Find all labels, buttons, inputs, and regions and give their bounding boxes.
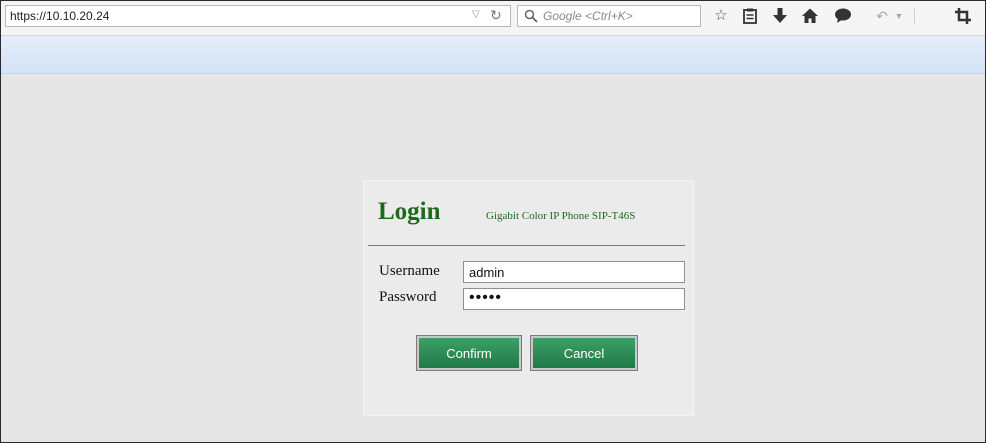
crop-icon[interactable] xyxy=(953,6,973,26)
browser-toolbar: https://10.10.20.24 ▽ ↻ Google <Ctrl+K> … xyxy=(1,1,985,36)
cancel-button[interactable]: Cancel xyxy=(530,335,638,371)
login-title: Login xyxy=(378,198,441,225)
reading-list-icon[interactable] xyxy=(741,6,759,26)
search-placeholder[interactable]: Google <Ctrl+K> xyxy=(543,9,633,23)
search-bar[interactable]: Google <Ctrl+K> xyxy=(517,5,701,27)
undo-icon[interactable]: ↶ xyxy=(874,6,890,26)
reload-icon[interactable]: ↻ xyxy=(490,7,502,24)
address-text[interactable]: https://10.10.20.24 xyxy=(10,9,109,23)
confirm-button[interactable]: Confirm xyxy=(416,335,522,371)
chat-icon[interactable] xyxy=(833,6,853,26)
search-icon xyxy=(524,9,538,23)
bookmarks-bar xyxy=(1,36,985,74)
toolbar-separator xyxy=(914,9,915,25)
bookmark-star-icon[interactable]: ☆ xyxy=(712,6,730,26)
password-label: Password xyxy=(379,289,437,305)
browser-window: https://10.10.20.24 ▽ ↻ Google <Ctrl+K> … xyxy=(0,0,986,443)
divider xyxy=(368,245,685,246)
password-field[interactable] xyxy=(463,288,685,310)
url-dropdown-icon[interactable]: ▽ xyxy=(472,9,480,20)
username-field[interactable] xyxy=(463,261,685,283)
download-icon[interactable] xyxy=(771,6,789,26)
login-panel: Login Gigabit Color IP Phone SIP-T46S Us… xyxy=(363,180,694,416)
dropdown-icon[interactable]: ▼ xyxy=(894,6,904,26)
device-model-subtitle: Gigabit Color IP Phone SIP-T46S xyxy=(486,210,636,222)
home-icon[interactable] xyxy=(800,6,820,26)
address-bar[interactable]: https://10.10.20.24 ▽ ↻ xyxy=(5,5,511,27)
username-label: Username xyxy=(379,263,440,279)
